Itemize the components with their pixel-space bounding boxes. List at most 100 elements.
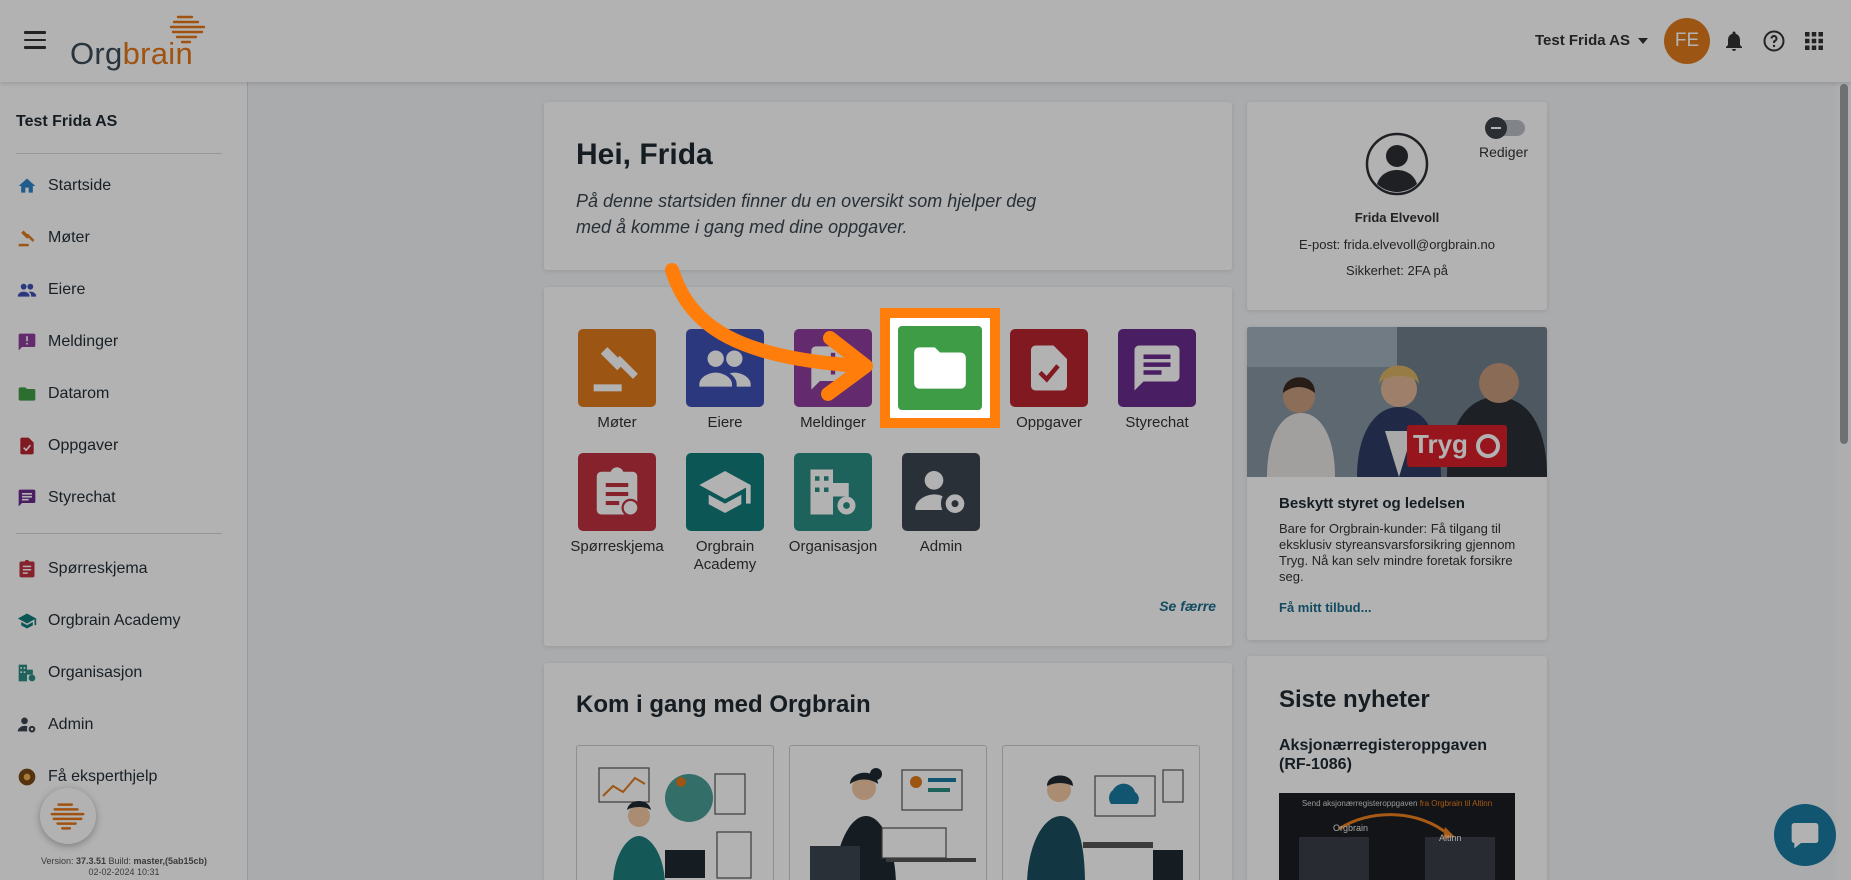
- version-info: Version: 37.3.51 Build: master,(5ab15cb)…: [40, 856, 208, 877]
- insurance-ad-card[interactable]: Tryg Beskytt styret og ledelsen Bare for…: [1247, 327, 1547, 640]
- sidebar-item-meldinger[interactable]: Meldinger: [16, 324, 236, 360]
- getting-started-title: Kom i gang med Orgbrain: [576, 691, 871, 718]
- expert-icon: [16, 766, 38, 788]
- sidebar-item-datarom[interactable]: Datarom: [16, 376, 236, 412]
- admin-icon: [16, 714, 38, 736]
- ad-title: Beskytt styret og ledelsen: [1279, 495, 1465, 512]
- divider: [16, 533, 222, 534]
- edit-toggle[interactable]: [1485, 117, 1525, 139]
- sidebar-item-label: Oppgaver: [48, 437, 119, 454]
- lifebuoy-icon: [1476, 434, 1500, 458]
- help-icon[interactable]: [1762, 29, 1786, 53]
- gavel-icon: [16, 227, 38, 249]
- sidebar-item-label: Spørreskjema: [48, 560, 148, 577]
- see-less-link[interactable]: Se færre: [1159, 598, 1216, 614]
- sidebar-item-label: Eiere: [48, 281, 86, 298]
- sidebar-item-organisasjon[interactable]: Organisasjon: [16, 655, 236, 691]
- ad-link[interactable]: Få mitt tilbud...: [1279, 600, 1371, 615]
- guide-card[interactable]: [789, 745, 987, 880]
- app-tile-admin[interactable]: Admin: [889, 453, 993, 556]
- sidebar-item-moter[interactable]: Møter: [16, 220, 236, 256]
- news-title: Siste nyheter: [1279, 686, 1430, 713]
- profile-name: Frida Elvevoll: [1354, 210, 1440, 225]
- school-icon: [686, 453, 764, 531]
- sidebar-item-startside[interactable]: Startside: [16, 168, 236, 204]
- app-tile-sporreskjema[interactable]: Spørreskjema: [565, 453, 669, 556]
- gavel-icon: [578, 329, 656, 407]
- scrollbar-thumb[interactable]: [1840, 84, 1848, 444]
- news-thumb-left: Orgbrain: [1333, 823, 1369, 833]
- sidebar-item-oppgaver[interactable]: Oppgaver: [16, 428, 236, 464]
- news-thumbnail[interactable]: Send aksjonærregisteroppgaven fra Orgbra…: [1279, 793, 1515, 880]
- logo-brain-icon: [50, 803, 85, 830]
- ad-brand: Tryg: [1413, 429, 1468, 459]
- orgbrain-helper-button[interactable]: [40, 788, 96, 844]
- app-tile-label: Oppgaver: [1016, 414, 1082, 431]
- company-selector[interactable]: Test Frida AS: [1535, 32, 1649, 49]
- top-header: Orgbrain Test Frida AS FE: [0, 0, 1851, 82]
- user-avatar-icon: [1365, 132, 1429, 196]
- app-tile-orgbrain-academy[interactable]: Orgbrain Academy: [673, 453, 777, 574]
- app-tile-label: Organisasjon: [788, 538, 878, 555]
- news-headline[interactable]: Aksjonærregisteroppgaven (RF-1086): [1279, 736, 1509, 774]
- home-icon: [16, 175, 38, 197]
- chat-icon: [16, 487, 38, 509]
- sidebar-item-label: Orgbrain Academy: [48, 612, 181, 629]
- sidebar-item-label: Datarom: [48, 385, 110, 402]
- app-tile-oppgaver[interactable]: Oppgaver: [997, 329, 1101, 432]
- app-tile-organisasjon[interactable]: Organisasjon: [781, 453, 885, 556]
- apps-grid-icon[interactable]: [1802, 29, 1826, 53]
- admin-icon: [902, 453, 980, 531]
- sidebar-item-admin[interactable]: Admin: [16, 707, 236, 743]
- chat-icon: [1118, 329, 1196, 407]
- logo-brain-icon: [169, 15, 206, 44]
- sidebar-item-label: Admin: [48, 716, 94, 733]
- app-tile-label: Meldinger: [800, 414, 866, 431]
- greeting-title: Hei, Frida: [576, 138, 713, 171]
- sidebar: Test Frida AS Startside Møter Eiere Meld…: [0, 82, 248, 880]
- menu-icon[interactable]: [24, 31, 46, 49]
- guide-illustration-icon: [1027, 769, 1184, 880]
- guide-illustration-icon: [598, 767, 752, 880]
- guide-card[interactable]: [1002, 745, 1200, 880]
- profile-security: Sikkerhet: 2FA på: [1346, 263, 1448, 278]
- guide-illustration-icon: [810, 768, 976, 880]
- app-tile-label: Styrechat: [1125, 414, 1189, 431]
- organization-icon: [794, 453, 872, 531]
- divider: [16, 153, 222, 154]
- sidebar-item-sporreskjema[interactable]: Spørreskjema: [16, 551, 236, 587]
- folder-icon: [16, 383, 38, 405]
- task-icon: [16, 435, 38, 457]
- chat-bubble-icon: [1791, 823, 1819, 849]
- app-tile-moter[interactable]: Møter: [565, 329, 669, 432]
- guide-card[interactable]: [576, 745, 774, 880]
- bell-icon[interactable]: [1722, 29, 1746, 53]
- app-tile-label: Eiere: [707, 414, 743, 431]
- profile-email: E-post: frida.elvevoll@orgbrain.no: [1298, 237, 1495, 252]
- orgbrain-logo[interactable]: Orgbrain: [70, 14, 210, 71]
- support-chat-button[interactable]: [1774, 804, 1836, 866]
- app-tile-styrechat[interactable]: Styrechat: [1105, 329, 1209, 432]
- sidebar-item-expert-help[interactable]: Få eksperthjelp: [16, 759, 236, 795]
- sidebar-item-label: Få eksperthjelp: [48, 768, 158, 785]
- sidebar-item-label: Styrechat: [48, 489, 116, 506]
- ad-photo: Tryg: [1247, 327, 1547, 477]
- school-icon: [16, 610, 38, 632]
- sidebar-item-orgbrain-academy[interactable]: Orgbrain Academy: [16, 603, 236, 639]
- sidebar-item-eiere[interactable]: Eiere: [16, 272, 236, 308]
- app-tile-label: Møter: [597, 414, 637, 431]
- sidebar-item-label: Startside: [48, 177, 112, 194]
- greeting-text: På denne startsiden finner du en oversik…: [576, 191, 1037, 237]
- app-tile-label: Orgbrain Academy: [693, 538, 757, 573]
- organization-icon: [16, 662, 38, 684]
- profile-card: Rediger Frida Elvevoll E-post: frida.elv…: [1247, 102, 1547, 310]
- avatar[interactable]: FE: [1664, 18, 1710, 64]
- app-tile-label: Spørreskjema: [570, 538, 664, 555]
- news-card: Siste nyheter Aksjonærregisteroppgaven (…: [1247, 656, 1547, 880]
- ad-text: Bare for Orgbrain-kunder: Få tilgang til…: [1279, 521, 1516, 584]
- greeting-card: Hei, Frida På denne startsiden finner du…: [544, 102, 1232, 270]
- tutorial-highlight-datarom[interactable]: [880, 308, 1000, 428]
- news-thumb-right: Altinn: [1439, 833, 1462, 843]
- sidebar-item-styrechat[interactable]: Styrechat: [16, 480, 236, 516]
- sidebar-item-label: Møter: [48, 229, 90, 246]
